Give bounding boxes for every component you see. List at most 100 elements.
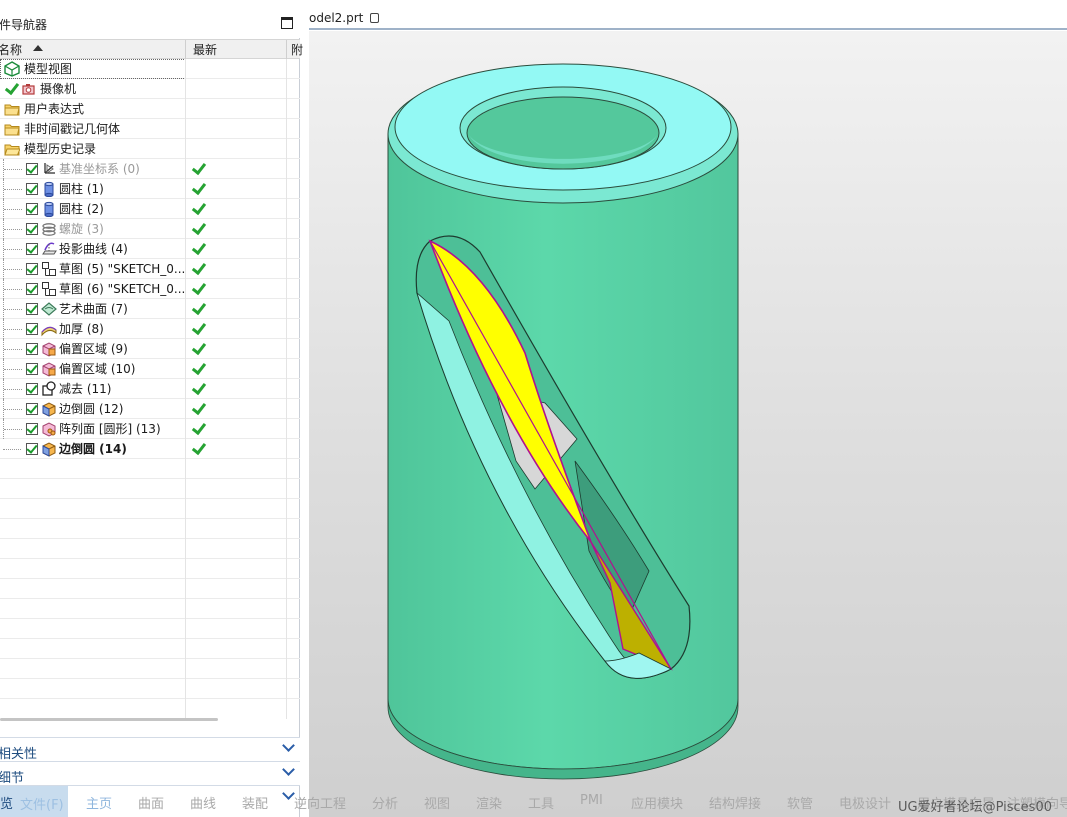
cell-divider (185, 659, 186, 679)
checkmark-icon (4, 82, 18, 96)
feature-checkbox[interactable] (26, 283, 38, 295)
tree-connector (3, 359, 23, 379)
watermark-text: UG爱好者论坛@Pisces00 (898, 800, 1052, 815)
up-to-date-check-icon (191, 322, 205, 336)
feature-checkbox[interactable] (26, 383, 38, 395)
tree-label: 投影曲线 (4) (59, 242, 128, 256)
tree-row-unused-items[interactable]: 非时间戳记几何体 (0, 119, 300, 139)
feature-checkbox[interactable] (26, 263, 38, 275)
tree-label: 模型历史记录 (24, 142, 97, 156)
tree-row-feature[interactable]: 投影曲线 (4) (0, 239, 300, 259)
feature-checkbox[interactable] (26, 223, 38, 235)
feature-checkbox[interactable] (26, 363, 38, 375)
tree-row-feature[interactable]: 圆柱 (1) (0, 179, 300, 199)
tab-surface[interactable]: 曲面 (138, 793, 164, 812)
tab-view[interactable]: 视图 (424, 793, 450, 812)
navigator-title: 件导航器 (0, 18, 48, 32)
empty-row (0, 459, 300, 479)
document-tab-pin-icon[interactable] (370, 13, 379, 23)
tree-row-feature[interactable]: 边倒圆 (14) (0, 439, 300, 459)
folder-open-icon (4, 144, 20, 156)
sort-ascending-icon[interactable] (33, 45, 43, 51)
tab-pmi[interactable]: PMI (580, 793, 603, 808)
cell-divider (185, 159, 186, 179)
tree-row-user-expressions[interactable]: 用户表达式 (0, 99, 300, 119)
up-to-date-check-icon (191, 242, 205, 256)
tree-label: 用户表达式 (24, 102, 85, 116)
tree-row-feature[interactable]: 边倒圆 (12) (0, 399, 300, 419)
tab-structure-welding[interactable]: 结构焊接 (709, 793, 761, 812)
tree-row-feature[interactable]: 圆柱 (2) (0, 199, 300, 219)
tab-render[interactable]: 渲染 (476, 793, 502, 812)
cell-divider (185, 679, 186, 699)
tree-row-feature[interactable]: 加厚 (8) (0, 319, 300, 339)
chevron-down-icon[interactable] (282, 763, 295, 776)
cell-divider (185, 279, 186, 299)
tab-analysis[interactable]: 分析 (372, 793, 398, 812)
tree-row-feature[interactable]: 阵列面 [圆形] (13) (0, 419, 300, 439)
column-header-attached[interactable]: 附 (291, 42, 303, 58)
name-cell: 用户表达式 (0, 99, 186, 119)
feature-checkbox[interactable] (26, 343, 38, 355)
tab-application[interactable]: 应用模块 (631, 793, 683, 812)
horizontal-scrollbar[interactable] (0, 718, 218, 721)
tree-row-feature[interactable]: 草图 (5) "SKETCH_0... (0, 259, 300, 279)
name-cell: 投影曲线 (4) (0, 239, 186, 259)
feature-checkbox[interactable] (26, 183, 38, 195)
folder-icon (4, 104, 20, 116)
feature-checkbox[interactable] (26, 163, 38, 175)
tab-home[interactable]: 主页 (86, 793, 112, 812)
feature-checkbox[interactable] (26, 403, 38, 415)
maximize-icon[interactable] (281, 17, 293, 29)
tree-label: 阵列面 [圆形] (13) (59, 422, 161, 436)
feature-checkbox[interactable] (26, 303, 38, 315)
model-canvas[interactable] (309, 31, 1067, 817)
feature-checkbox[interactable] (26, 243, 38, 255)
tab-curve[interactable]: 曲线 (190, 793, 216, 812)
section-dependencies[interactable]: 相关性 (0, 737, 300, 762)
tab-electrode-design[interactable]: 电极设计 (839, 793, 891, 812)
tree-row-model-views[interactable]: 模型视图 (0, 59, 300, 79)
feature-checkbox[interactable] (26, 203, 38, 215)
tree-row-model-history[interactable]: 模型历史记录 (0, 139, 300, 159)
tab-assembly[interactable]: 装配 (242, 793, 268, 812)
tab-tools[interactable]: 工具 (528, 793, 554, 812)
chevron-down-icon[interactable] (282, 739, 295, 752)
tree-row-feature[interactable]: 艺术曲面 (7) (0, 299, 300, 319)
up-to-date-check-icon (191, 442, 205, 456)
tree-row-camera[interactable]: 摄像机 (0, 79, 300, 99)
feature-checkbox[interactable] (26, 443, 38, 455)
column-header-name[interactable]: 名称 (0, 42, 22, 58)
cell-divider (286, 159, 287, 179)
document-tab[interactable]: odel2.prt (309, 0, 1067, 30)
tab-hose[interactable]: 软管 (787, 793, 813, 812)
empty-row (0, 639, 300, 659)
tree-label: 基准坐标系 (0) (59, 162, 140, 176)
column-header-latest[interactable]: 最新 (193, 42, 217, 58)
tree-row-feature[interactable]: 草图 (6) "SKETCH_0... (0, 279, 300, 299)
pattern-face-icon (42, 422, 56, 437)
tree-row-feature[interactable]: 减去 (11) (0, 379, 300, 399)
camera-icon (22, 84, 35, 95)
tree-row-feature[interactable]: 偏置区域 (10) (0, 359, 300, 379)
tree-row-feature[interactable]: 偏置区域 (9) (0, 339, 300, 359)
feature-checkbox[interactable] (26, 323, 38, 335)
section-details[interactable]: 细节 (0, 761, 300, 786)
feature-checkbox[interactable] (26, 423, 38, 435)
tab-reverse-engineering[interactable]: 逆向工程 (294, 793, 346, 812)
project-curve-icon (42, 242, 57, 255)
cell-divider (185, 299, 186, 319)
column-divider (185, 40, 186, 60)
tree-connector (3, 319, 23, 339)
cell-divider (185, 179, 186, 199)
cylinder-icon (44, 201, 54, 217)
up-to-date-check-icon (191, 382, 205, 396)
tree-row-feature[interactable]: 基准坐标系 (0) (0, 159, 300, 179)
tree-label: 圆柱 (1) (59, 182, 104, 196)
navigator-column-header: 名称 最新 附 (0, 39, 303, 60)
name-cell: 圆柱 (1) (0, 179, 186, 199)
graphics-viewport[interactable]: odel2.prt (309, 0, 1067, 817)
cell-divider (286, 419, 287, 439)
column-divider (286, 40, 287, 60)
tree-row-feature[interactable]: 螺旋 (3) (0, 219, 300, 239)
